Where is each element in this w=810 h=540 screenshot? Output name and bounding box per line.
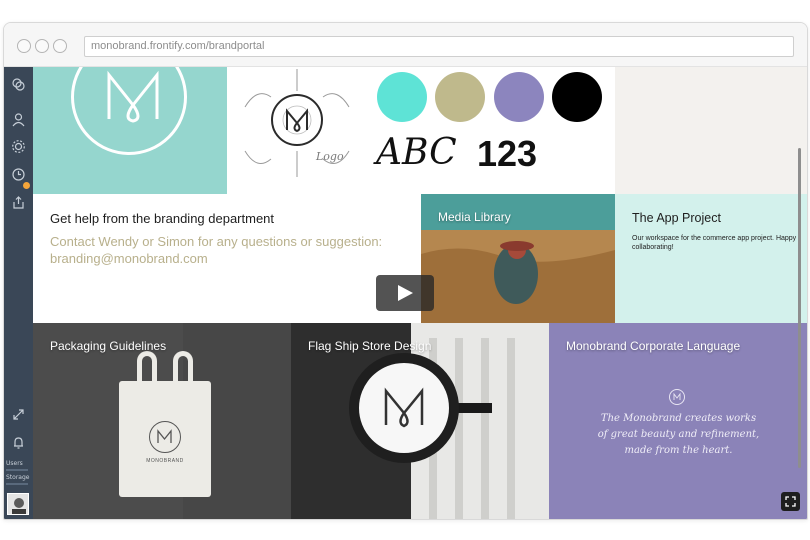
logo-sketch-circle (271, 94, 323, 146)
color-swatch (435, 72, 485, 122)
corporate-language-tile[interactable]: Monobrand Corporate Language The Monobra… (549, 323, 807, 519)
help-tile[interactable]: Get help from the branding department Co… (33, 194, 421, 323)
bag-brand-text: MONOBRAND (146, 458, 184, 464)
type-sample: ABC (376, 132, 457, 173)
packaging-title: Packaging Guidelines (50, 339, 167, 353)
media-library-tile[interactable]: Media Library (421, 194, 615, 323)
color-swatch (377, 72, 427, 122)
color-swatch (494, 72, 544, 122)
store-column (481, 338, 489, 519)
window-close-button[interactable] (17, 39, 31, 53)
tote-bag-mockup: MONOBRAND (119, 351, 211, 497)
store-column (507, 338, 515, 519)
share-icon[interactable] (10, 195, 27, 212)
users-icon[interactable] (10, 112, 27, 129)
sign-bracket (454, 403, 492, 413)
corporate-language-title: Monobrand Corporate Language (566, 339, 741, 353)
bag-logo-circle (149, 421, 181, 453)
flagship-store-tile[interactable]: Flag Ship Store Design (291, 323, 549, 519)
store-column (455, 338, 463, 519)
packaging-guidelines-tile[interactable]: MONOBRAND Packaging Guidelines (33, 323, 291, 519)
scrollbar[interactable] (798, 148, 801, 468)
expand-icon[interactable] (10, 407, 27, 424)
store-sign-face (357, 361, 451, 455)
circles-icon[interactable] (10, 77, 27, 94)
monogram-icon (669, 389, 685, 405)
logo-tile[interactable] (33, 67, 227, 194)
window-minimize-button[interactable] (35, 39, 49, 53)
brand-portal-grid: Logo ABC 123 Get help from the branding … (33, 67, 807, 519)
empty-tile (615, 67, 807, 194)
bell-icon[interactable] (10, 435, 27, 452)
color-type-tile[interactable]: ABC 123 (372, 67, 615, 194)
help-title: Get help from the branding department (50, 211, 275, 226)
store-sign (349, 353, 459, 463)
quote-line: The Monobrand creates works (600, 413, 757, 424)
avatar[interactable] (7, 493, 29, 515)
quote-line: made from the heart. (624, 445, 733, 456)
fullscreen-icon (785, 496, 796, 507)
gear-icon[interactable] (10, 139, 27, 156)
number-sample: 123 (477, 133, 538, 174)
browser-window: monobrand.frontify.com/brandportal Users… (3, 22, 808, 520)
help-email-link[interactable]: branding@monobrand.com (50, 251, 208, 266)
bag-handle (173, 351, 193, 397)
quote-line: of great beauty and refinement, (597, 429, 760, 440)
window-maximize-button[interactable] (53, 39, 67, 53)
monogram-icon (107, 70, 159, 123)
storage-label: Storage (6, 474, 30, 481)
storage-usage-bar (6, 483, 28, 485)
play-button[interactable] (376, 275, 434, 311)
play-icon (398, 285, 413, 301)
corporate-quote: The Monobrand creates works of great bea… (569, 411, 788, 459)
stage: monobrand.frontify.com/brandportal Users… (0, 0, 810, 540)
fullscreen-button[interactable] (781, 492, 800, 511)
flagship-store-title: Flag Ship Store Design (308, 339, 432, 353)
sketch-label: Logo (316, 150, 344, 163)
app-project-title: The App Project (632, 211, 721, 225)
bag-handle (137, 351, 157, 397)
browser-toolbar: monobrand.frontify.com/brandportal (4, 23, 807, 67)
monogram-icon (157, 429, 172, 443)
address-bar[interactable]: monobrand.frontify.com/brandportal (84, 36, 794, 57)
monogram-icon (286, 108, 308, 133)
users-usage-bar (6, 469, 28, 471)
media-library-title: Media Library (438, 210, 511, 224)
app-project-tile[interactable]: The App Project Our workspace for the co… (615, 194, 807, 323)
sidebar: Users Storage (4, 67, 33, 519)
logo-sketch-tile[interactable]: Logo (227, 67, 372, 194)
color-swatch (552, 72, 602, 122)
users-label: Users (6, 460, 23, 467)
notification-badge (23, 182, 30, 189)
app-project-description: Our workspace for the commerce app proje… (632, 235, 797, 251)
monogram-icon (384, 387, 424, 428)
help-contact-text: Contact Wendy or Simon for any questions… (50, 234, 383, 249)
